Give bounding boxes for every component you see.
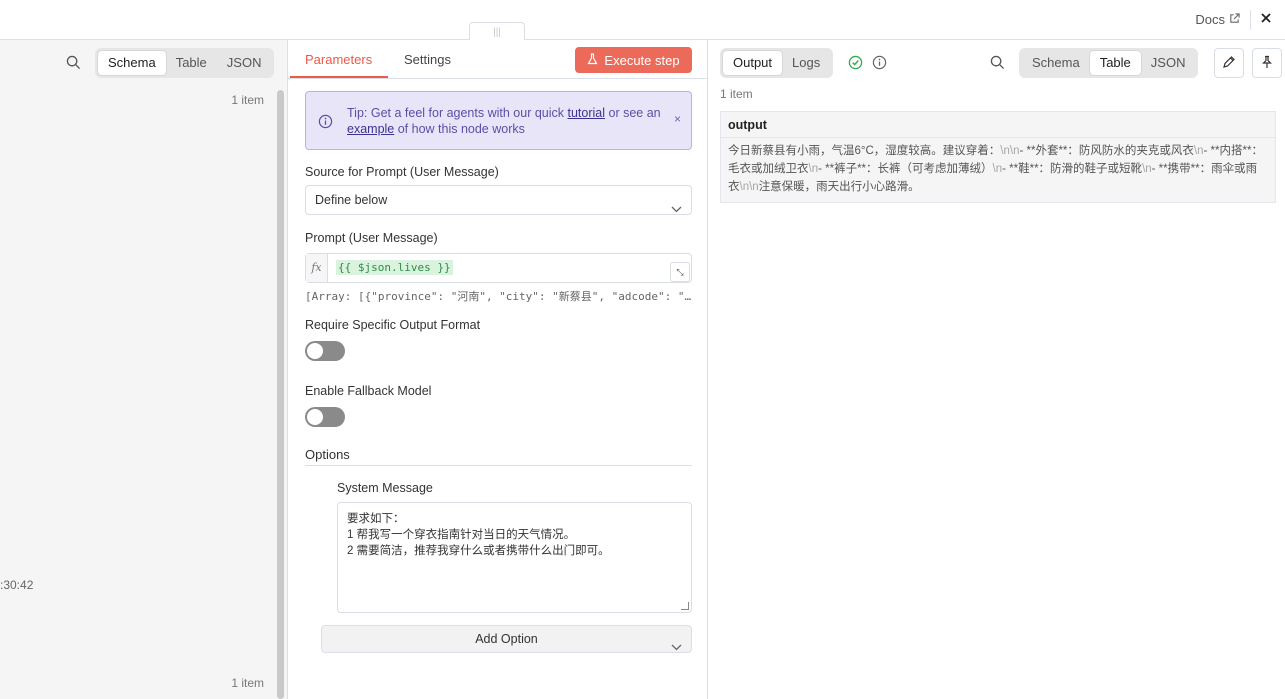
settings-tabs: Parameters Settings Execute step (288, 40, 707, 79)
escaped-newline: \n\n (1000, 145, 1020, 157)
add-option-label: Add Option (475, 632, 538, 646)
chevron-down-icon (671, 634, 682, 660)
divider (305, 465, 692, 466)
output-text-segment: 注意保暖，雨天出行小心路滑。 (758, 181, 920, 193)
tip-callout: Tip: Get a feel for agents with our quic… (305, 91, 692, 150)
item-count: 1 item (231, 676, 264, 690)
scrollbar[interactable] (277, 90, 284, 699)
prompt-label: Prompt (User Message) (305, 231, 438, 245)
output-text-segment: 今日新蔡县有小雨，气温6°C，湿度较高。建议穿着： (728, 145, 1001, 157)
resize-handle-icon[interactable] (681, 602, 689, 610)
system-message-textarea[interactable]: 要求如下： 1 帮我写一个穿衣指南针对当日的天气情况。 2 需要简洁，推荐我穿什… (337, 502, 692, 613)
search-icon[interactable] (66, 55, 81, 73)
mode-option-output[interactable]: Output (723, 51, 783, 75)
docs-link[interactable]: Docs (1195, 12, 1240, 27)
tutorial-link[interactable]: tutorial (567, 106, 605, 120)
escaped-newline: \n (1193, 145, 1204, 157)
mode-option-logs[interactable]: Logs (782, 51, 830, 75)
divider (1250, 10, 1251, 30)
item-count: 1 item (231, 93, 264, 107)
view-option-schema[interactable]: Schema (1022, 51, 1090, 75)
system-message-line: 要求如下： (347, 513, 405, 525)
table-cell-output[interactable]: 今日新蔡县有小雨，气温6°C，湿度较高。建议穿着：\n\n- **外套**：防风… (721, 138, 1275, 202)
output-panel: Output Logs Schema Table JSON 1 item out… (708, 40, 1285, 699)
escaped-newline: \n\n (739, 181, 759, 193)
flask-icon (587, 52, 598, 68)
panel-drag-handle[interactable]: ||| (469, 22, 525, 40)
output-text-segment: - **外套**：防风防水的夹克或风衣 (1019, 145, 1194, 157)
close-tip-icon[interactable]: × (674, 112, 681, 126)
view-option-table[interactable]: Table (1089, 51, 1141, 75)
input-view-switcher: Schema Table JSON (95, 48, 275, 78)
fallback-model-toggle[interactable] (305, 407, 345, 427)
system-message-label: System Message (337, 481, 433, 495)
fallback-model-label: Enable Fallback Model (305, 384, 432, 398)
active-tab-indicator (290, 76, 388, 78)
search-icon[interactable] (990, 55, 1005, 73)
tip-text: Tip: Get a feel for agents with our quic… (347, 105, 667, 137)
table-header-output: output (721, 112, 1275, 138)
view-option-json[interactable]: JSON (1141, 51, 1196, 75)
system-message-line: 2 需要简洁，推荐我穿什么或者携带什么出门即可。 (347, 545, 610, 557)
node-parameters-panel: Parameters Settings Execute step Tip: Ge… (287, 40, 708, 699)
source-prompt-value: Define below (315, 193, 388, 207)
output-text-segment: - **鞋**：防滑的鞋子或短靴 (1002, 163, 1143, 175)
execute-step-button[interactable]: Execute step (575, 47, 692, 73)
source-prompt-label: Source for Prompt (User Message) (305, 165, 499, 179)
view-option-table[interactable]: Table (166, 51, 217, 75)
top-bar: ||| Docs (0, 0, 1285, 40)
execute-step-label: Execute step (604, 52, 680, 68)
tip-text-prefix: Tip: Get a feel for agents with our quic… (347, 106, 568, 120)
info-icon (318, 114, 333, 132)
pencil-icon (1222, 55, 1236, 72)
prompt-expression-input[interactable]: fx {{ $json.lives }} ⤡ (305, 253, 692, 283)
docs-label: Docs (1195, 12, 1225, 27)
edit-output-button[interactable] (1214, 48, 1244, 78)
close-icon[interactable] (1255, 9, 1277, 31)
escaped-newline: \n (992, 163, 1003, 175)
output-logs-switcher: Output Logs (720, 48, 834, 78)
source-prompt-select[interactable]: Define below (305, 185, 692, 215)
example-link[interactable]: example (347, 122, 394, 136)
view-option-json[interactable]: JSON (217, 51, 272, 75)
escaped-newline: \n (808, 163, 819, 175)
item-count: 1 item (720, 87, 753, 101)
tip-text-middle: or see an (605, 106, 661, 120)
system-message-line: 1 帮我写一个穿衣指南针对当日的天气情况。 (347, 529, 576, 541)
success-check-icon (848, 55, 863, 73)
chevron-down-icon (671, 195, 682, 223)
info-icon[interactable] (872, 55, 887, 73)
output-view-switcher: Schema Table JSON (1019, 48, 1199, 78)
output-text-segment: - **裤子**：长裤（可考虑加薄绒） (818, 163, 993, 175)
add-option-button[interactable]: Add Option (321, 625, 692, 653)
options-heading: Options (305, 447, 350, 462)
escaped-newline: \n (1142, 163, 1152, 175)
pin-data-button[interactable] (1252, 48, 1282, 78)
pin-icon (1260, 55, 1274, 72)
tip-text-suffix: of how this node works (394, 122, 525, 136)
expand-editor-icon[interactable]: ⤡ (670, 262, 690, 282)
output-format-label: Require Specific Output Format (305, 318, 481, 332)
view-option-schema[interactable]: Schema (98, 51, 166, 75)
output-table: output 今日新蔡县有小雨，气温6°C，湿度较高。建议穿着：\n\n- **… (720, 111, 1276, 203)
fx-icon: fx (306, 254, 328, 282)
tab-parameters[interactable]: Parameters (305, 52, 372, 67)
input-panel: Schema Table JSON 1 item :30:42 1 item (0, 40, 287, 699)
external-link-icon (1229, 12, 1240, 27)
expression-result-preview: [Array: [{"province": "河南", "city": "新蔡县… (305, 290, 692, 303)
prompt-expression: {{ $json.lives }} (336, 260, 453, 275)
timestamp-fragment: :30:42 (0, 578, 34, 592)
tab-settings[interactable]: Settings (404, 52, 451, 67)
output-format-toggle[interactable] (305, 341, 345, 361)
